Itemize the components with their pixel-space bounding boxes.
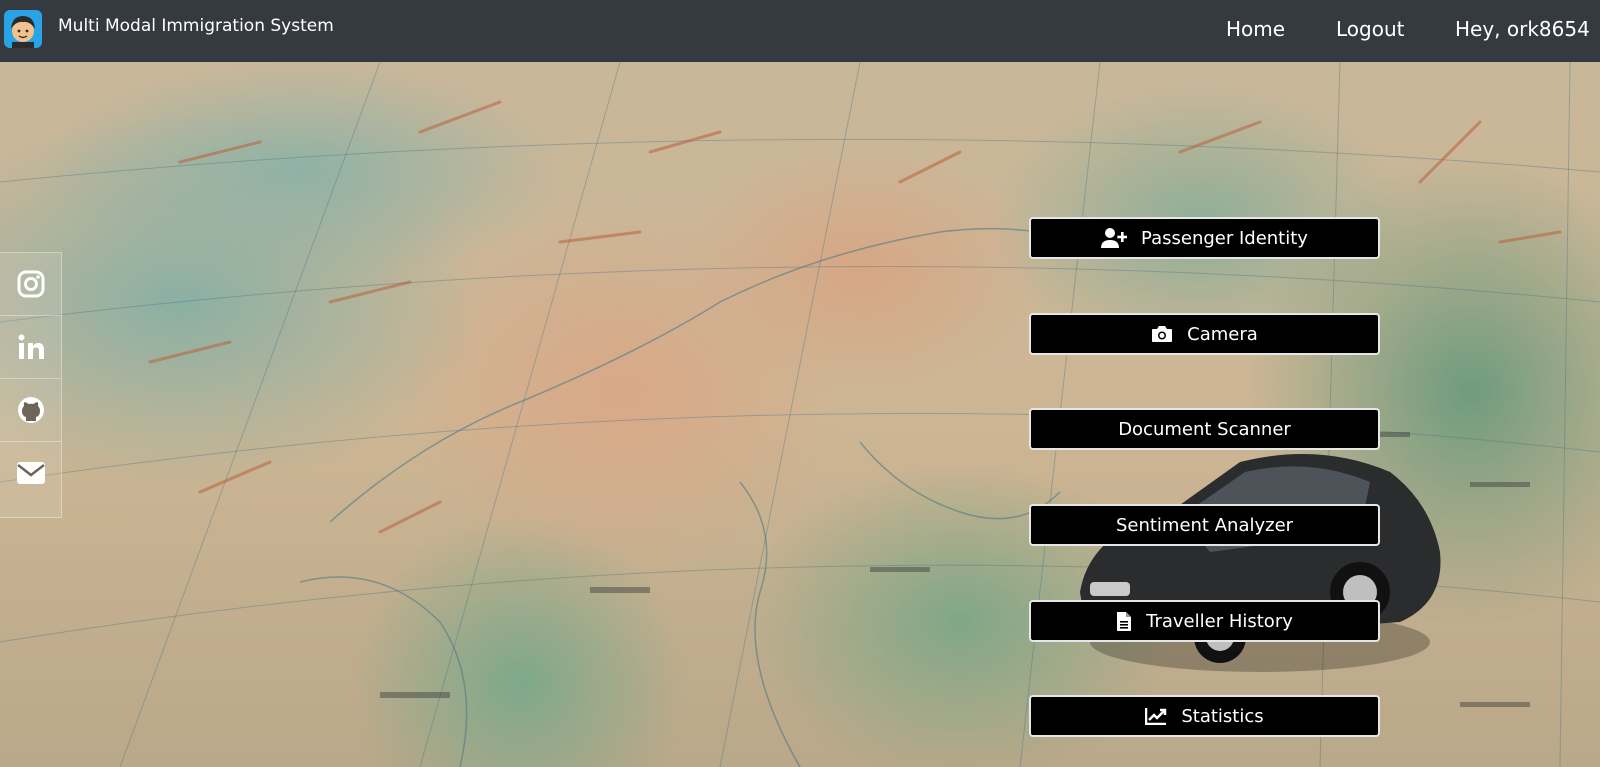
passenger-identity-button[interactable]: Passenger Identity <box>1029 217 1380 259</box>
camera-button[interactable]: Camera <box>1029 313 1380 355</box>
sentiment-analyzer-button[interactable]: Sentiment Analyzer <box>1029 504 1380 546</box>
document-scanner-button[interactable]: Document Scanner <box>1029 408 1380 450</box>
traveller-history-button[interactable]: Traveller History <box>1029 600 1380 642</box>
statistics-label: Statistics <box>1181 705 1264 727</box>
toy-car-image <box>1080 454 1441 672</box>
brand-title[interactable]: Multi Modal Immigration System <box>58 16 334 36</box>
email-link[interactable] <box>0 442 61 504</box>
nav-user-greeting[interactable]: Hey, ork8654 <box>1455 17 1590 41</box>
camera-icon <box>1152 326 1173 342</box>
linkedin-icon <box>18 334 44 359</box>
file-text-icon <box>1117 611 1132 631</box>
nav-logout-link[interactable]: Logout <box>1336 17 1404 41</box>
traveller-history-label: Traveller History <box>1146 610 1293 632</box>
sentiment-analyzer-label: Sentiment Analyzer <box>1115 514 1294 536</box>
user-plus-icon <box>1101 228 1128 248</box>
statistics-button[interactable]: Statistics <box>1029 695 1380 737</box>
linkedin-link[interactable] <box>0 316 61 379</box>
document-scanner-label: Document Scanner <box>1118 418 1291 440</box>
instagram-icon <box>17 270 44 298</box>
envelope-icon <box>16 462 45 484</box>
instagram-link[interactable] <box>0 253 61 316</box>
social-links-sidebar <box>0 252 62 518</box>
github-link[interactable] <box>0 379 61 442</box>
camera-label: Camera <box>1187 323 1258 345</box>
nav-home-link[interactable]: Home <box>1226 17 1285 41</box>
chart-line-icon <box>1145 708 1167 725</box>
passenger-identity-label: Passenger Identity <box>1141 227 1308 249</box>
navbar: Multi Modal Immigration System Home Logo… <box>0 0 1600 62</box>
brand-logo[interactable] <box>4 10 42 48</box>
github-icon <box>17 397 44 423</box>
